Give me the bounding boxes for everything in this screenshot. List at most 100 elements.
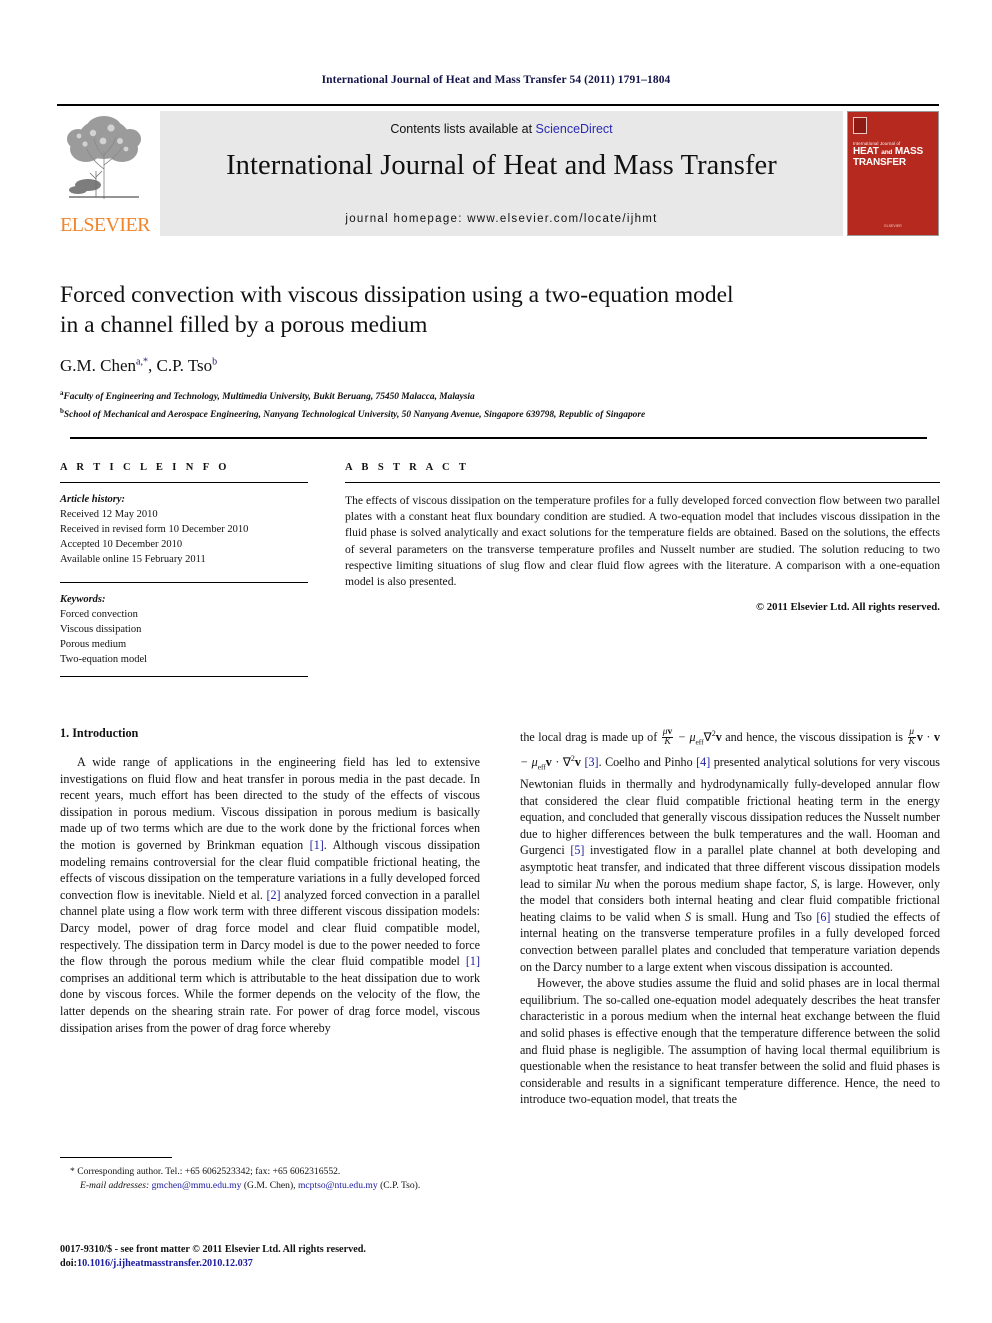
formula-minus-2: − μ: [520, 755, 538, 770]
cover-title-transfer: TRANSFER: [853, 157, 906, 168]
article-history-received: Received 12 May 2010: [60, 509, 158, 520]
title-block: Forced convection with viscous dissipati…: [60, 280, 940, 422]
footnote-block: * Corresponding author. Tel.: +65 606252…: [60, 1157, 480, 1192]
formula-eff-sub-1: eff: [695, 737, 704, 747]
citation-ref-3[interactable]: [3]: [584, 755, 598, 769]
right-text-prefix: the local drag is made up of: [520, 730, 661, 745]
title-line-1: Forced convection with viscous dissipati…: [60, 282, 734, 308]
formula-laplacian-1: ∇2v: [703, 729, 722, 745]
journal-homepage-link[interactable]: journal homepage: www.elsevier.com/locat…: [160, 213, 843, 225]
citation-ref-1a[interactable]: [1]: [310, 838, 324, 852]
section-heading-introduction: 1. Introduction: [60, 726, 139, 740]
doi-label: doi:: [60, 1258, 77, 1269]
sciencedirect-link[interactable]: ScienceDirect: [536, 122, 613, 136]
citation-ref-2[interactable]: [2]: [266, 888, 280, 902]
keyword-3: Porous medium: [60, 639, 127, 650]
symbol-nu: Nu: [595, 876, 610, 891]
formula-eff-sub-2: eff: [537, 762, 546, 772]
email-link-tso[interactable]: mcptso@ntu.edu.my: [298, 1180, 378, 1191]
second-paragraph-right: However, the above studies assume the fl…: [520, 976, 940, 1107]
keyword-4: Two-equation model: [60, 654, 148, 665]
doi-line: doi:10.1016/j.ijheatmasstransfer.2010.12…: [60, 1257, 500, 1271]
author-list: G.M. Chena,*, C.P. Tsob: [60, 356, 940, 376]
citation-ref-5[interactable]: [5]: [570, 843, 584, 857]
body-column-right: the local drag is made up of μv K − μeff∇…: [520, 726, 940, 1246]
journal-title: International Journal of Heat and Mass T…: [226, 150, 777, 181]
author-2-affil-mark: b: [212, 356, 218, 368]
page-title: Forced convection with viscous dissipati…: [60, 280, 940, 340]
abstract-heading: A B S T R A C T: [345, 462, 470, 473]
keywords-label: Keywords:: [60, 594, 106, 605]
citation-ref-6[interactable]: [6]: [816, 910, 830, 924]
contents-prefix: Contents lists available at: [390, 122, 536, 136]
journal-masthead: ELSEVIER Contents lists available at Sci…: [57, 104, 939, 237]
author-1: G.M. Chen: [60, 356, 137, 375]
article-info-column: A R T I C L E I N F O Article history: R…: [60, 462, 308, 686]
intro-paragraph-right: the local drag is made up of μv K − μeff∇…: [520, 726, 940, 975]
formula-laplacian-2: ∇2v: [562, 754, 581, 770]
cover-footer-mark: ELSEVIER: [884, 224, 902, 228]
abstract-text: The effects of viscous dissipation on th…: [345, 494, 940, 589]
paper-page: International Journal of Heat and Mass T…: [0, 0, 992, 1323]
abstract-rule: [345, 482, 940, 483]
running-head: International Journal of Heat and Mass T…: [321, 74, 671, 86]
email-addresses-note: E-mail addresses: gmchen@mmu.edu.my (G.M…: [60, 1179, 480, 1192]
abstract-copyright: © 2011 Elsevier Ltd. All rights reserved…: [755, 601, 940, 614]
affiliation-list: aFaculty of Engineering and Technology, …: [60, 386, 940, 422]
affiliation-a-text: Faculty of Engineering and Technology, M…: [63, 392, 475, 403]
title-abstract-divider: [70, 437, 927, 439]
right-text-7: is small. Hung and Tso: [691, 909, 817, 924]
cover-elsevier-mark-icon: [853, 117, 867, 134]
affiliation-b: bSchool of Mechanical and Aerospace Engi…: [60, 404, 940, 422]
keywords-bottom-rule: [60, 676, 308, 677]
author-2: C.P. Tso: [156, 356, 213, 375]
cover-title-and: and: [881, 149, 893, 156]
author-1-affil-mark: a,*: [136, 356, 148, 368]
elsevier-logo: ELSEVIER: [59, 111, 151, 236]
intro-paragraph-left: A wide range of applications in the engi…: [60, 754, 480, 1036]
intro-text-4: comprises an additional term which is at…: [60, 970, 480, 1035]
issn-front-matter: 0017-9310/$ - see front matter © 2011 El…: [60, 1244, 366, 1255]
keyword-1: Forced convection: [60, 609, 138, 620]
masthead-top-rule: [57, 104, 939, 106]
journal-cover-thumbnail: International Journal of HEAT and MASS T…: [847, 111, 939, 236]
corresponding-author-note: * Corresponding author. Tel.: +65 606252…: [70, 1166, 341, 1178]
cover-main-title: HEAT and MASS TRANSFER: [853, 147, 933, 168]
article-info-rule: [60, 482, 308, 483]
formula-mu-v-over-k: μv K: [661, 726, 674, 748]
doi-link[interactable]: 10.1016/j.ijheatmasstransfer.2010.12.037: [77, 1258, 253, 1269]
email-owner-tso: (C.P. Tso).: [377, 1179, 421, 1191]
affiliation-b-text: School of Mechanical and Aerospace Engin…: [63, 410, 646, 421]
article-history-revised: Received in revised form 10 December 201…: [60, 524, 249, 535]
cover-title-heat: HEAT: [853, 146, 879, 157]
article-info-heading: A R T I C L E I N F O: [60, 462, 230, 473]
keywords-block: Keywords: Forced convection Viscous diss…: [60, 582, 308, 677]
title-line-2: in a channel filled by a porous medium: [60, 312, 428, 338]
citation-ref-1b[interactable]: [1]: [466, 954, 480, 968]
elsevier-tree-icon: [63, 111, 145, 206]
cover-title-mass: MASS: [894, 146, 923, 157]
right-text-2: . Coelho and Pinho: [598, 755, 697, 770]
footnote-rule: [60, 1157, 172, 1159]
formula-minus-1: − μ: [674, 730, 696, 745]
formula-dot-2: ·: [551, 755, 563, 770]
citation-ref-4[interactable]: [4]: [696, 755, 710, 769]
affiliation-a: aFaculty of Engineering and Technology, …: [60, 386, 940, 404]
keyword-2: Viscous dissipation: [60, 624, 142, 635]
formula-v-2: v: [933, 730, 940, 745]
contents-available-line: Contents lists available at ScienceDirec…: [160, 122, 843, 136]
formula-dot-1: ·: [922, 730, 934, 745]
right-text-after-formula1: and hence, the viscous dissipation is: [721, 730, 907, 745]
email-link-chen[interactable]: gmchen@mmu.edu.my: [152, 1180, 242, 1191]
email-addresses-label: E-mail addresses:: [80, 1179, 150, 1191]
abstract-column: A B S T R A C T The effects of viscous d…: [345, 462, 940, 613]
article-history-accepted: Accepted 10 December 2010: [60, 539, 183, 550]
article-history-label: Article history:: [60, 494, 126, 505]
issn-doi-block: 0017-9310/$ - see front matter © 2011 El…: [60, 1243, 500, 1271]
masthead-center-band: Contents lists available at ScienceDirec…: [160, 111, 843, 236]
right-text-5: when the porous medium shape factor,: [609, 876, 811, 891]
email-owner-chen: (G.M. Chen),: [241, 1179, 298, 1191]
formula-mu-over-k: μK: [907, 726, 916, 748]
elsevier-wordmark: ELSEVIER: [60, 214, 150, 236]
article-history-online: Available online 15 February 2011: [60, 554, 206, 565]
